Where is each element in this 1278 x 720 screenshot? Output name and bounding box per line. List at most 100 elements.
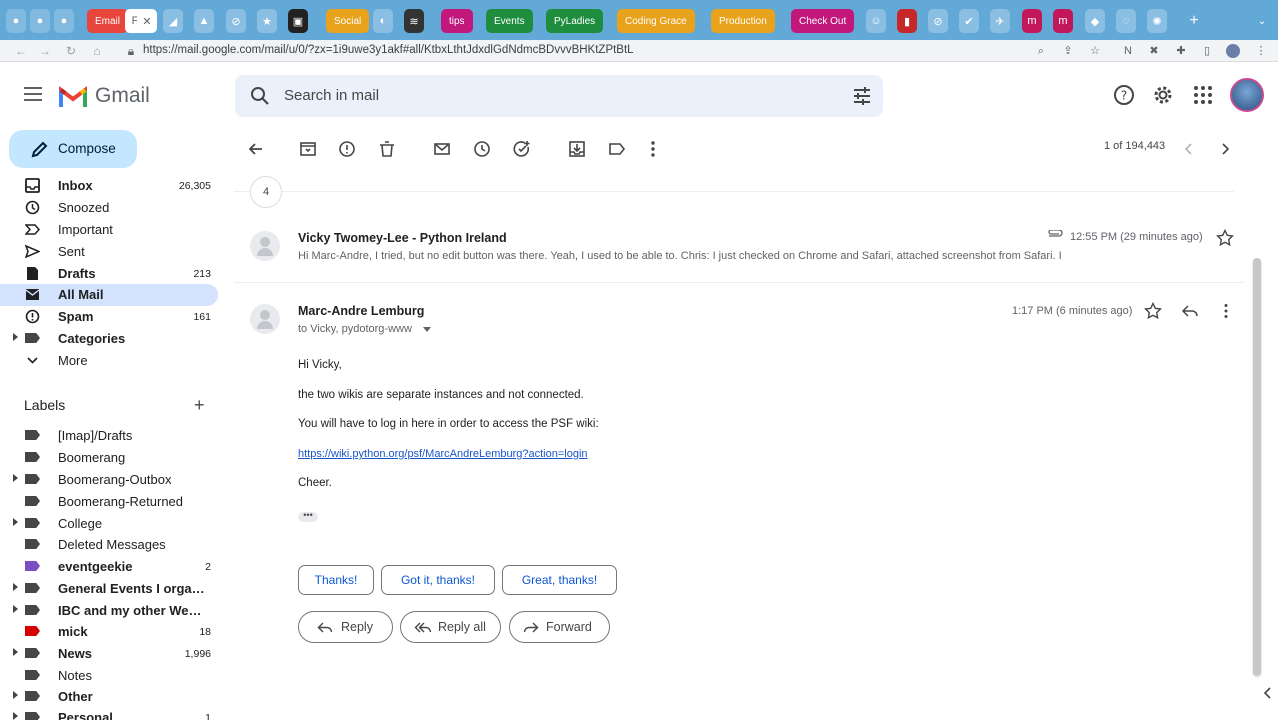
snooze-clock-icon[interactable]	[472, 139, 492, 159]
compose-button[interactable]: Compose	[9, 130, 137, 168]
expand-arrow-icon[interactable]	[13, 712, 18, 720]
label-item[interactable]: Boomerang-Outbox	[0, 469, 218, 489]
expand-arrow-icon[interactable]	[13, 518, 18, 526]
tab-group-email[interactable]: Email	[87, 9, 129, 33]
back-nav-icon[interactable]: ←	[14, 44, 28, 58]
sidebar-item-more[interactable]: More	[0, 350, 218, 370]
tab-group-events[interactable]: Events	[486, 9, 533, 33]
label-item[interactable]: IBC and my other Web ...	[0, 600, 218, 620]
tab-group-production[interactable]: Production	[711, 9, 775, 33]
show-trimmed-content-button[interactable]: •••	[298, 511, 318, 522]
newer-chevron-icon[interactable]	[1179, 139, 1199, 159]
zoom-icon[interactable]: ⌕	[1034, 44, 1048, 58]
apps-grid-icon[interactable]	[1192, 84, 1214, 106]
delete-icon[interactable]	[377, 139, 397, 159]
browser-menu-icon[interactable]: ⋮	[1254, 44, 1268, 58]
profile-icon[interactable]	[1226, 44, 1240, 58]
sidebar-item-all-mail[interactable]: All Mail	[0, 284, 218, 306]
search-icon[interactable]	[250, 86, 270, 106]
recipients-dropdown-icon[interactable]	[423, 327, 431, 333]
share-icon[interactable]: ⇪	[1061, 44, 1075, 58]
scrollbar-thumb[interactable]	[1253, 258, 1261, 676]
tab-group-check-out[interactable]: Check Out	[791, 9, 855, 33]
more-vert-icon[interactable]	[643, 139, 663, 159]
collapsed-messages-count[interactable]: 4	[250, 176, 282, 208]
expand-arrow-icon[interactable]	[13, 691, 18, 699]
add-label-icon[interactable]: +	[194, 396, 205, 414]
sidebar-extension-icon[interactable]: ▯	[1200, 44, 1214, 58]
tab-icon-3[interactable]: ●	[54, 9, 74, 33]
sidebar-item-drafts[interactable]: Drafts 213	[0, 263, 218, 283]
puzzle-extension-icon[interactable]: ✚	[1174, 44, 1188, 58]
label-item[interactable]: Boomerang	[0, 447, 218, 467]
search-input[interactable]: Search in mail	[284, 87, 379, 104]
tab-icon-14[interactable]: ✔	[959, 9, 979, 33]
tab-icon-17[interactable]: m	[1053, 9, 1073, 33]
new-tab-icon[interactable]: +	[1184, 9, 1204, 33]
tools-extension-icon[interactable]: ✖	[1147, 44, 1161, 58]
tab-close-icon[interactable]: ✕	[137, 9, 157, 33]
tab-icon-13[interactable]: ⊘	[928, 9, 948, 33]
label-item[interactable]: College	[0, 513, 218, 533]
account-avatar[interactable]	[1230, 78, 1264, 112]
move-to-icon[interactable]	[567, 139, 587, 159]
label-item[interactable]: News 1,996	[0, 643, 218, 663]
tab-group-social[interactable]: Social	[326, 9, 370, 33]
tab-icon-8[interactable]: ▣	[288, 9, 308, 33]
expand-arrow-icon[interactable]	[13, 648, 18, 656]
tab-icon-18[interactable]: ◆	[1085, 9, 1105, 33]
gmail-logo[interactable]: Gmail	[59, 84, 150, 108]
sender-name[interactable]: Marc-Andre Lemburg	[298, 304, 424, 318]
home-icon[interactable]: ⌂	[90, 44, 104, 58]
tab-icon-10[interactable]: ≋	[404, 9, 424, 33]
sidebar-item-categories[interactable]: Categories	[0, 328, 218, 348]
label-item[interactable]: Personal 1	[0, 707, 218, 720]
tab-icon-5[interactable]: ▲	[194, 9, 214, 33]
reply-all-button[interactable]: Reply all	[400, 611, 501, 643]
main-menu-icon[interactable]	[24, 87, 42, 101]
label-item[interactable]: Deleted Messages	[0, 534, 218, 554]
sidebar-item-spam[interactable]: Spam 161	[0, 306, 218, 326]
sidebar-item-snoozed[interactable]: Snoozed	[0, 197, 218, 217]
tab-icon-19[interactable]: ◌	[1116, 9, 1136, 33]
label-item[interactable]: eventgeekie 2	[0, 556, 218, 576]
forward-nav-icon[interactable]: →	[38, 44, 52, 58]
help-icon[interactable]: ?	[1113, 84, 1135, 106]
tab-group-tips[interactable]: tips	[441, 9, 473, 33]
sidebar-item-inbox[interactable]: Inbox 26,305	[0, 175, 218, 195]
smart-reply-button[interactable]: Got it, thanks!	[381, 565, 495, 595]
tab-icon-6[interactable]: ⊘	[226, 9, 246, 33]
wiki-login-link[interactable]: https://wiki.python.org/psf/MarcAndreLem…	[298, 448, 588, 460]
tab-icon-20[interactable]: ✺	[1147, 9, 1167, 33]
smart-reply-button[interactable]: Great, thanks!	[502, 565, 617, 595]
mark-unread-icon[interactable]	[432, 139, 452, 159]
forward-button[interactable]: Forward	[509, 611, 610, 643]
tab-icon-7[interactable]: ★	[257, 9, 277, 33]
tab-icon-16[interactable]: m	[1022, 9, 1042, 33]
label-item[interactable]: General Events I organi...	[0, 578, 218, 598]
older-chevron-icon[interactable]	[1215, 139, 1235, 159]
settings-gear-icon[interactable]	[1152, 84, 1174, 106]
tab-list-chevron-icon[interactable]: ⌄	[1252, 9, 1272, 33]
tab-icon-12[interactable]: ▮	[897, 9, 917, 33]
tab-icon-9[interactable]: ◐	[373, 9, 393, 33]
star-icon[interactable]	[1216, 229, 1234, 247]
label-item[interactable]: [Imap]/Drafts	[0, 425, 218, 445]
archive-icon[interactable]	[298, 139, 318, 159]
url-field[interactable]: https://mail.google.com/mail/u/0/?zx=1i9…	[143, 44, 634, 56]
search-bar[interactable]: Search in mail	[235, 75, 883, 117]
smart-reply-button[interactable]: Thanks!	[298, 565, 374, 595]
add-task-icon[interactable]	[512, 139, 532, 159]
sidebar-item-sent[interactable]: Sent	[0, 241, 218, 261]
label-tag-icon[interactable]	[607, 139, 627, 159]
label-item[interactable]: mick 18	[0, 621, 218, 641]
search-options-icon[interactable]	[852, 86, 872, 106]
expand-arrow-icon[interactable]	[13, 474, 18, 482]
label-item[interactable]: Boomerang-Returned	[0, 491, 218, 511]
reply-icon[interactable]	[1181, 302, 1199, 320]
back-arrow-icon[interactable]	[246, 139, 266, 159]
side-panel-toggle-icon[interactable]	[1262, 686, 1274, 700]
expand-arrow-icon[interactable]	[13, 605, 18, 613]
bookmark-star-icon[interactable]: ☆	[1088, 44, 1102, 58]
tab-icon-15[interactable]: ✈	[990, 9, 1010, 33]
